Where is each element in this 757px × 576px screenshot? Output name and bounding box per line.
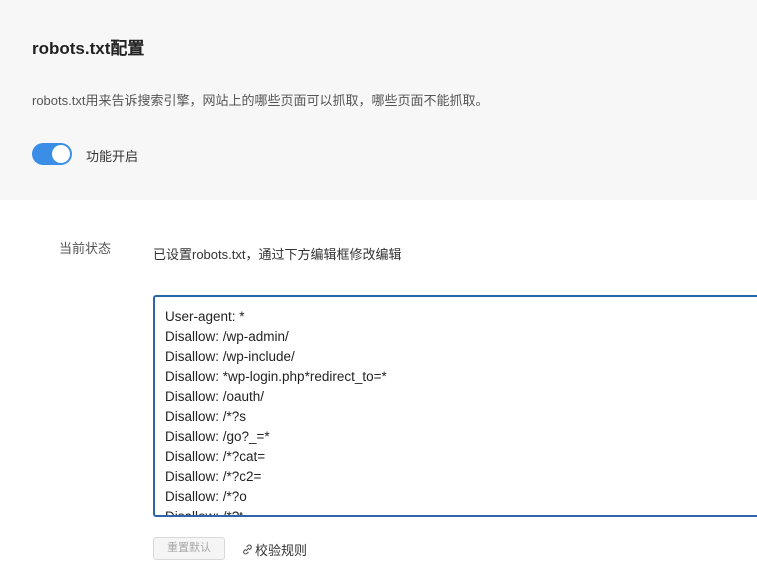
editor-line: Disallow: /oauth/	[165, 389, 265, 404]
page-title: robots.txt配置	[32, 39, 145, 58]
editor-line: Disallow: /wp-include/	[165, 349, 295, 364]
toggle-knob	[52, 145, 70, 163]
editor-line: Disallow: /*?c2=	[165, 469, 262, 484]
status-value: 已设置robots.txt，通过下方编辑框修改编辑	[153, 247, 402, 262]
toggle-label: 功能开启	[86, 149, 139, 164]
config-description: robots.txt用来告诉搜索引擎，网站上的哪些页面可以抓取，哪些页面不能抓取…	[32, 93, 489, 108]
editor-line: User-agent: *	[165, 309, 245, 324]
feature-toggle[interactable]	[32, 143, 72, 165]
robots-editor[interactable]: User-agent: * Disallow: /wp-admin/ Disal…	[153, 295, 757, 517]
reset-default-button[interactable]: 重置默认	[153, 537, 225, 560]
editor-line: Disallow: /*?s	[165, 409, 247, 424]
editor-line: Disallow: /wp-admin/	[165, 329, 289, 344]
editor-line: Disallow: /*?cat=	[165, 449, 266, 464]
config-panel: robots.txt配置 robots.txt用来告诉搜索引擎，网站上的哪些页面…	[0, 0, 757, 200]
editor-line: Disallow: /*?t	[165, 509, 244, 517]
editor-content: User-agent: * Disallow: /wp-admin/ Disal…	[165, 307, 387, 517]
editor-line: Disallow: /go?_=*	[165, 429, 270, 444]
verify-rules-label: 校验规则	[255, 543, 308, 558]
editor-line: Disallow: *wp-login.php*redirect_to=*	[165, 369, 387, 384]
status-label: 当前状态	[59, 241, 112, 256]
verify-rules-link[interactable]: 校验规则	[241, 540, 307, 559]
link-icon	[243, 544, 252, 555]
editor-line: Disallow: /*?o	[165, 489, 247, 504]
